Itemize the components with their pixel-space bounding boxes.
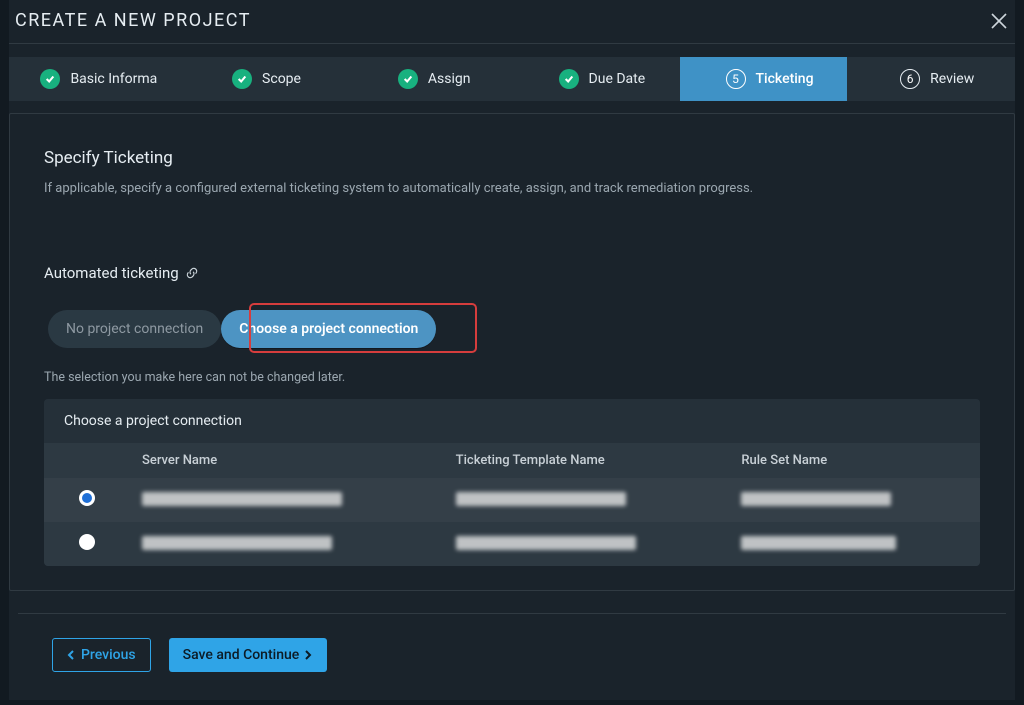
modal-title: CREATE A NEW PROJECT [15, 10, 251, 31]
modal-header: CREATE A NEW PROJECT [9, 0, 1015, 44]
step-label: Ticketing [756, 71, 814, 87]
step-label: Basic Informa [70, 71, 157, 87]
step-assign[interactable]: Assign [344, 57, 512, 101]
step-label: Review [930, 71, 974, 87]
close-icon[interactable] [989, 11, 1009, 31]
selection-note: The selection you make here can not be c… [44, 370, 980, 385]
previous-button[interactable]: Previous [52, 638, 151, 672]
step-basic-information[interactable]: Basic Informa [9, 57, 177, 101]
choose-project-connection-button[interactable]: Choose a project connection [221, 310, 436, 348]
redacted-text [456, 536, 636, 550]
table-title: Choose a project connection [44, 399, 980, 443]
row-radio[interactable] [79, 534, 95, 550]
table-row[interactable] [44, 478, 980, 522]
column-ruleset-name: Rule Set Name [729, 443, 980, 478]
wizard-stepper: Basic Informa Scope Assign Due Date 5 Ti… [9, 57, 1015, 101]
column-template-name: Ticketing Template Name [444, 443, 730, 478]
step-review[interactable]: 6 Review [847, 57, 1015, 101]
redacted-text [456, 492, 626, 506]
check-icon [398, 69, 418, 89]
save-and-continue-button[interactable]: Save and Continue [169, 638, 328, 672]
step-ticketing[interactable]: 5 Ticketing [680, 57, 848, 101]
step-scope[interactable]: Scope [177, 57, 345, 101]
step-due-date[interactable]: Due Date [512, 57, 680, 101]
wizard-footer: Previous Save and Continue [18, 613, 1006, 696]
table-header-row: Server Name Ticketing Template Name Rule… [44, 443, 980, 478]
connection-toggle: No project connection Choose a project c… [44, 306, 440, 352]
automated-ticketing-label: Automated ticketing [44, 264, 179, 282]
table-row[interactable] [44, 522, 980, 566]
chevron-left-icon [67, 650, 77, 660]
ticketing-panel: Specify Ticketing If applicable, specify… [9, 113, 1015, 591]
step-index: 6 [900, 69, 920, 89]
previous-button-label: Previous [81, 647, 136, 663]
check-icon [232, 69, 252, 89]
chevron-right-icon [303, 650, 313, 660]
row-radio[interactable] [79, 490, 95, 506]
redacted-text [142, 492, 342, 506]
step-label: Due Date [589, 71, 646, 87]
save-and-continue-label: Save and Continue [183, 647, 300, 663]
redacted-text [142, 536, 332, 550]
section-description: If applicable, specify a configured exte… [44, 180, 980, 198]
step-index: 5 [726, 69, 746, 89]
column-server-name: Server Name [130, 443, 444, 478]
create-project-modal: CREATE A NEW PROJECT Basic Informa Scope… [9, 0, 1015, 700]
check-icon [40, 69, 60, 89]
redacted-text [741, 492, 891, 506]
section-title: Specify Ticketing [44, 148, 980, 168]
no-project-connection-button[interactable]: No project connection [48, 310, 221, 348]
link-icon [185, 266, 199, 280]
redacted-text [741, 536, 896, 550]
column-select [44, 443, 130, 478]
step-label: Scope [262, 71, 301, 87]
connection-table: Choose a project connection Server Name … [44, 399, 980, 566]
check-icon [559, 69, 579, 89]
step-label: Assign [428, 71, 471, 87]
automated-ticketing-header: Automated ticketing [44, 264, 980, 282]
